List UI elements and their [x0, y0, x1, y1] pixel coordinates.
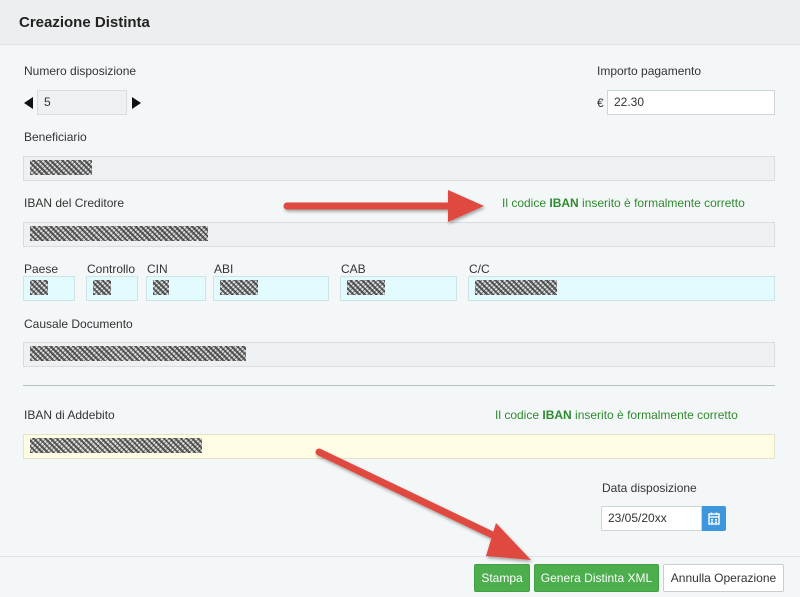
- iban-addebito-label: IBAN di Addebito: [24, 408, 115, 422]
- cin-label: CIN: [147, 262, 168, 276]
- causale-label: Causale Documento: [24, 317, 133, 331]
- data-label: Data disposizione: [602, 481, 697, 495]
- importo-field[interactable]: 22.30: [607, 90, 775, 115]
- numero-label: Numero disposizione: [24, 64, 137, 78]
- beneficiario-field[interactable]: [23, 156, 775, 181]
- cc-field[interactable]: [468, 276, 775, 301]
- redacted-mask: [30, 438, 202, 454]
- redacted-mask: [153, 280, 169, 296]
- redacted-mask: [30, 346, 246, 362]
- redacted-mask: [220, 280, 258, 296]
- section-divider: [23, 385, 775, 386]
- triangle-left-icon[interactable]: [24, 97, 33, 109]
- dialog-title: Creazione Distinta: [19, 14, 150, 31]
- redacted-mask: [475, 280, 557, 296]
- calendar-icon: [708, 512, 720, 525]
- dialog-header: Creazione Distinta: [0, 0, 800, 45]
- annulla-operazione-button[interactable]: Annulla Operazione: [663, 564, 784, 592]
- redacted-mask: [347, 280, 385, 296]
- redacted-mask: [30, 160, 92, 176]
- importo-label: Importo pagamento: [597, 64, 702, 78]
- arrow-to-iban-message: [283, 190, 484, 222]
- redacted-mask: [30, 226, 208, 242]
- beneficiario-label: Beneficiario: [24, 130, 87, 144]
- arrow-to-genera-button: [315, 448, 531, 560]
- paese-field[interactable]: [23, 276, 75, 301]
- triangle-right-icon[interactable]: [132, 97, 141, 109]
- iban-creditore-field[interactable]: [23, 222, 775, 247]
- cin-field[interactable]: [146, 276, 206, 301]
- stampa-button[interactable]: Stampa: [474, 564, 530, 592]
- currency-symbol: €: [597, 96, 604, 110]
- cab-field[interactable]: [340, 276, 457, 301]
- numero-field[interactable]: 5: [37, 90, 127, 115]
- controllo-field[interactable]: [86, 276, 138, 301]
- data-field[interactable]: 23/05/20xx: [601, 506, 702, 531]
- paese-label: Paese: [24, 262, 59, 276]
- controllo-label: Controllo: [87, 262, 136, 276]
- cab-label: CAB: [341, 262, 366, 276]
- iban-addebito-field[interactable]: [23, 434, 775, 459]
- causale-field[interactable]: [23, 342, 775, 367]
- redacted-mask: [93, 280, 111, 296]
- calendar-button[interactable]: [702, 506, 726, 531]
- redacted-mask: [30, 280, 48, 296]
- abi-field[interactable]: [213, 276, 329, 301]
- genera-distinta-xml-button[interactable]: Genera Distinta XML: [534, 564, 659, 592]
- cc-label: C/C: [469, 262, 490, 276]
- iban-creditore-label: IBAN del Creditore: [24, 196, 125, 210]
- abi-label: ABI: [214, 262, 234, 276]
- iban-addebito-valid-message: Il codice IBAN inserito è formalmente co…: [495, 408, 738, 422]
- iban-creditore-valid-message: Il codice IBAN inserito è formalmente co…: [502, 196, 745, 210]
